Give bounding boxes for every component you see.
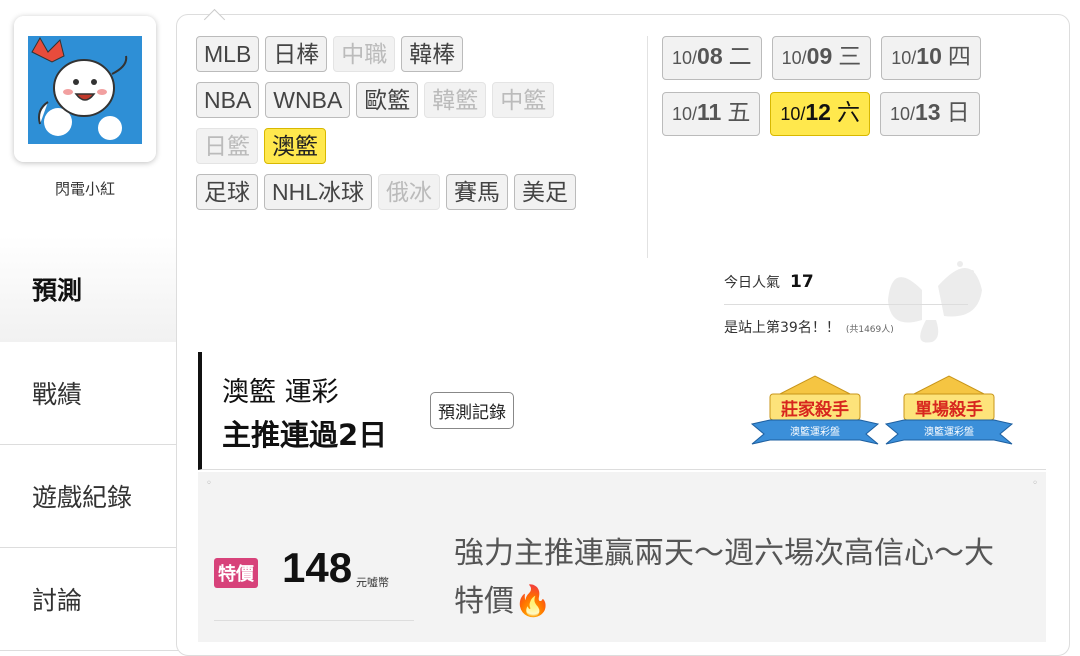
- banner-streak: 主推連過2日: [222, 418, 388, 452]
- date-d: 12: [805, 99, 831, 125]
- total-users: (共1469人): [845, 325, 894, 335]
- rank-text: 是站上第39名！！ (共1469人): [724, 317, 894, 337]
- popularity-value: 17: [790, 272, 814, 292]
- sport-tag[interactable]: 韓棒: [401, 36, 464, 72]
- date-md: 10/: [889, 104, 916, 124]
- date-d: 13: [915, 99, 941, 125]
- sport-tag[interactable]: 澳籃: [264, 128, 326, 164]
- promo-text: 強力主推連贏兩天～週六場次高信心～大特價🔥: [454, 530, 1014, 626]
- sidebar: 預測 戰績 遊戲紀錄 討論: [0, 236, 180, 651]
- sport-tag[interactable]: NHL冰球: [264, 174, 373, 210]
- sport-tag[interactable]: 美足: [514, 174, 577, 210]
- sport-tag[interactable]: 足球: [196, 174, 258, 210]
- dot-icon: ◦: [206, 478, 212, 489]
- butterfly-watermark-icon: [888, 261, 982, 343]
- avatar[interactable]: [14, 16, 156, 162]
- tag-row: MLB 日棒 中職 韓棒: [196, 36, 636, 72]
- divider: [214, 620, 414, 621]
- sport-tag: 中籃: [492, 82, 555, 118]
- single-game-killer-badge: 單場殺手 澳籃運彩盤: [882, 372, 1016, 448]
- date-wd: 六: [836, 99, 860, 125]
- username: 閃電小紅: [54, 180, 115, 198]
- date-md: 10/: [672, 48, 698, 68]
- date-button[interactable]: 10/09 三: [771, 36, 872, 80]
- tag-row: 足球 NHL冰球 俄冰 賽馬 美足: [196, 174, 636, 210]
- sale-card[interactable]: ◦ ◦ 特價 148 元噓幣 強力主推連贏兩天～週六場次高信心～大特價🔥: [198, 472, 1046, 642]
- sport-tag[interactable]: 歐籃: [356, 82, 419, 118]
- divider: [724, 304, 968, 305]
- date-button[interactable]: 10/12 六: [770, 92, 870, 136]
- sidebar-item-label: 討論: [32, 586, 83, 615]
- date-d: 08: [697, 43, 723, 69]
- sidebar-item-prediction[interactable]: 預測: [0, 236, 180, 342]
- dot-icon: ◦: [1032, 478, 1038, 489]
- sport-tag: 韓籃: [424, 82, 487, 118]
- sidebar-item-label: 戰績: [32, 380, 83, 409]
- sport-tag[interactable]: 日棒: [265, 36, 328, 72]
- prediction-banner: 澳籃 運彩 主推連過2日 預測記錄 莊家殺手 澳籃運彩盤 單場殺手 澳籃運彩盤: [198, 352, 1046, 470]
- sidebar-item-record[interactable]: 戰績: [0, 342, 180, 445]
- sidebar-item-label: 遊戲紀錄: [32, 483, 133, 512]
- date-selector: 10/08 二 10/09 三 10/10 四 10/11 五 10/12 六 10/13 日: [662, 36, 1062, 148]
- date-wd: 日: [946, 99, 970, 125]
- badge-title: 莊家殺手: [781, 399, 849, 420]
- tag-row: NBA WNBA 歐籃 韓籃 中籃: [196, 82, 636, 118]
- divider: [647, 36, 648, 258]
- date-button[interactable]: 10/08 二: [662, 36, 762, 80]
- sport-tag: 日籃: [196, 128, 258, 164]
- date-wd: 三: [838, 43, 862, 69]
- badge-subtitle: 澳籃運彩盤: [790, 425, 840, 438]
- date-d: 11: [697, 99, 722, 125]
- sport-tag[interactable]: WNBA: [265, 82, 351, 118]
- date-md: 10/: [780, 104, 806, 124]
- sport-tag: 俄冰: [378, 174, 441, 210]
- price: 148: [282, 544, 353, 591]
- date-row: 10/11 五 10/12 六 10/13 日: [662, 92, 1062, 136]
- tag-row: 日籃 澳籃: [196, 128, 636, 164]
- dealer-killer-badge: 莊家殺手 澳籃運彩盤: [748, 372, 882, 448]
- rank-label: 是站上第39名！！: [724, 320, 840, 336]
- date-wd: 四: [947, 43, 971, 69]
- sidebar-item-game-history[interactable]: 遊戲紀錄: [0, 445, 180, 548]
- banner-title: 澳籃 運彩: [222, 377, 339, 408]
- sidebar-item-label: 預測: [32, 276, 83, 305]
- sport-tag[interactable]: MLB: [196, 36, 260, 72]
- date-md: 10/: [891, 48, 917, 68]
- badge-title: 單場殺手: [915, 399, 983, 420]
- date-md: 10/: [672, 104, 698, 124]
- sport-tag: 中職: [333, 36, 396, 72]
- date-button[interactable]: 10/10 四: [881, 36, 981, 80]
- date-wd: 二: [728, 43, 752, 69]
- date-d: 09: [806, 43, 833, 69]
- currency-unit: 元噓幣: [356, 576, 389, 589]
- badge-subtitle: 澳籃運彩盤: [924, 425, 974, 438]
- date-md: 10/: [781, 48, 807, 68]
- sale-badge: 特價: [214, 558, 258, 588]
- sport-tags: MLB 日棒 中職 韓棒 NBA WNBA 歐籃 韓籃 中籃 日籃 澳籃 足球 NHL冰球 俄冰 賽馬 美足: [196, 36, 636, 220]
- prediction-record-button[interactable]: 預測記錄: [430, 392, 514, 429]
- date-d: 10: [916, 43, 942, 69]
- sport-tag[interactable]: 賽馬: [446, 174, 509, 210]
- date-row: 10/08 二 10/09 三 10/10 四: [662, 36, 1062, 80]
- sport-tag[interactable]: NBA: [196, 82, 260, 118]
- date-button[interactable]: 10/13 日: [879, 92, 980, 136]
- date-wd: 五: [727, 99, 751, 125]
- popularity: 今日人氣 17: [724, 272, 814, 292]
- popularity-label: 今日人氣: [724, 275, 780, 291]
- fire-icon: 🔥: [514, 584, 552, 619]
- date-button[interactable]: 10/11 五: [662, 92, 761, 136]
